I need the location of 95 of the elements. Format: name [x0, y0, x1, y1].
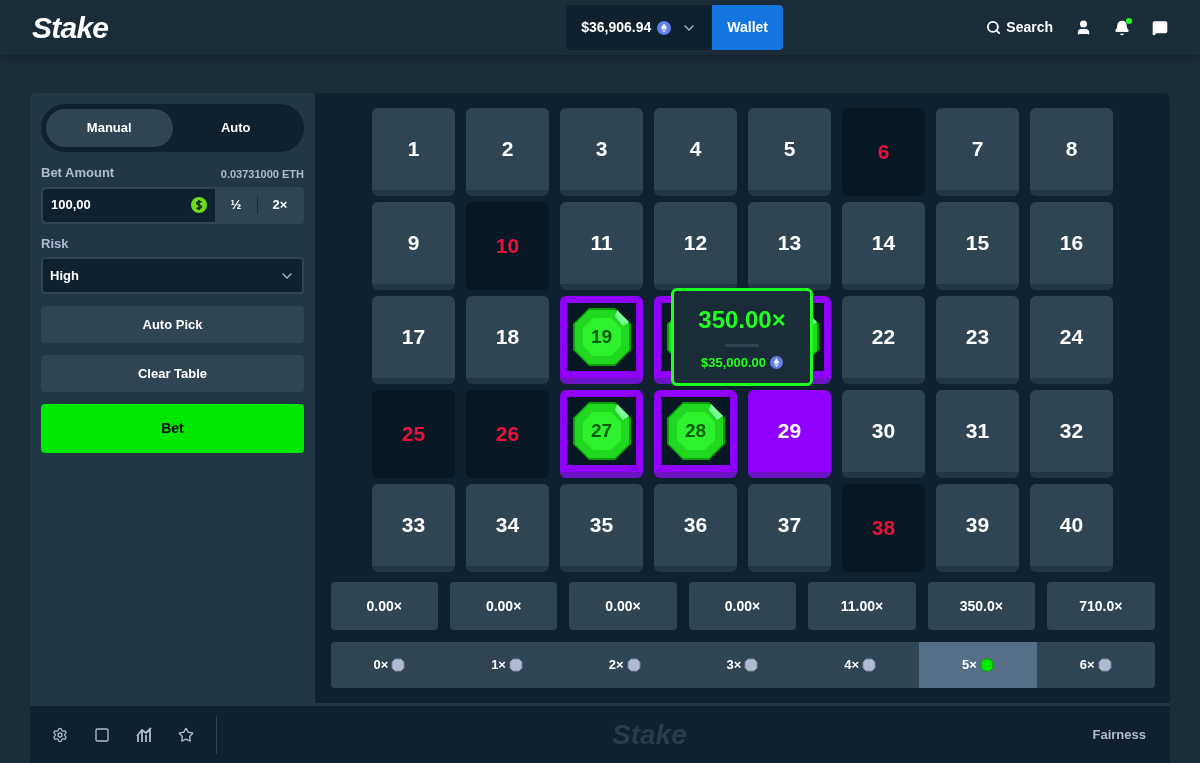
tile[interactable]: 31: [936, 390, 1019, 478]
logo[interactable]: Stake: [32, 5, 152, 50]
hit-count: 0×: [330, 642, 449, 688]
tile[interactable]: 14: [842, 202, 925, 290]
user-icon[interactable]: [1075, 19, 1092, 36]
payout-multiplier: 11.00×: [808, 582, 916, 630]
tile[interactable]: 13: [748, 202, 831, 290]
action-button[interactable]: Auto Pick: [41, 306, 304, 343]
wallet-button[interactable]: Wallet: [712, 5, 784, 50]
tile[interactable]: 18: [466, 296, 549, 384]
tile[interactable]: 12: [654, 202, 737, 290]
tile[interactable]: 36: [654, 484, 737, 572]
tile[interactable]: 11: [560, 202, 643, 290]
tile[interactable]: 17: [372, 296, 455, 384]
tile[interactable]: 29: [748, 390, 831, 478]
tile[interactable]: 15: [936, 202, 1019, 290]
tile-number: 19: [590, 324, 613, 349]
tile[interactable]: 34: [466, 484, 549, 572]
star-icon[interactable]: [178, 726, 194, 743]
payout-amount: $35,000.00: [700, 353, 767, 372]
hit-count: 4×: [801, 642, 920, 688]
tile[interactable]: 38: [842, 484, 925, 572]
tile[interactable]: 37: [748, 484, 831, 572]
payout-multiplier: 0.00×: [449, 582, 558, 630]
risk-select[interactable]: High: [41, 257, 304, 294]
stats-icon[interactable]: [136, 726, 152, 743]
tile[interactable]: 9: [372, 202, 455, 290]
multiplier-text: 350.00×: [698, 304, 786, 335]
tile[interactable]: 28: [654, 390, 737, 478]
payout-multiplier: 710.0×: [1047, 582, 1155, 630]
gem-icon: [570, 400, 633, 462]
tile[interactable]: 35: [560, 484, 643, 572]
notification-icon[interactable]: [1114, 19, 1130, 36]
field-label: Risk: [41, 234, 70, 253]
gem-icon: [744, 658, 759, 672]
mode-tab[interactable]: Auto: [172, 109, 299, 147]
tile[interactable]: 5: [748, 108, 831, 196]
hit-count: 6×: [1036, 642, 1155, 688]
field-label: Bet Amount: [41, 164, 115, 182]
tile[interactable]: 33: [372, 484, 455, 572]
tile[interactable]: 25: [372, 390, 455, 478]
hit-count: 2×: [565, 642, 684, 688]
tile[interactable]: 3: [560, 108, 643, 196]
tile[interactable]: 40: [1030, 484, 1113, 572]
hit-count: 5×: [919, 642, 1037, 688]
tile[interactable]: 7: [936, 108, 1019, 196]
gem-icon: [862, 658, 877, 672]
hit-count: 1×: [448, 642, 566, 688]
gem-icon: [979, 658, 994, 672]
square-icon[interactable]: [94, 726, 110, 743]
tile[interactable]: 8: [1030, 108, 1113, 196]
tile[interactable]: 39: [936, 484, 1019, 572]
gem-icon: [508, 658, 523, 672]
gem-icon: [391, 658, 406, 672]
ethereum-icon: [657, 20, 672, 35]
gem-icon: [1097, 658, 1112, 672]
payout-multiplier: 350.0×: [927, 582, 1036, 630]
balance-selector[interactable]: $36,906.94: [566, 5, 713, 50]
tile[interactable]: 6: [842, 108, 925, 196]
chat-icon[interactable]: [1152, 19, 1168, 36]
tile[interactable]: 1: [372, 108, 455, 196]
tile[interactable]: 30: [842, 390, 925, 478]
hit-count: 3×: [683, 642, 802, 688]
tile[interactable]: 23: [936, 296, 1019, 384]
tile[interactable]: 22: [842, 296, 925, 384]
action-button[interactable]: Clear Table: [41, 355, 304, 392]
payout-multiplier: 0.00×: [569, 582, 677, 630]
gem-icon: [664, 400, 727, 462]
fairness-link[interactable]: Fairness: [1092, 724, 1146, 745]
tile-number: 27: [590, 418, 613, 443]
tile[interactable]: 32: [1030, 390, 1113, 478]
payout-multiplier: 0.00×: [330, 582, 438, 630]
mode-tab[interactable]: Manual: [46, 109, 173, 147]
bet-amount-field[interactable]: 100,00: [43, 188, 215, 222]
tile[interactable]: 27: [560, 390, 643, 478]
bet-button[interactable]: Bet: [41, 404, 304, 453]
payout-multiplier: 0.00×: [688, 582, 797, 630]
tile[interactable]: 26: [466, 390, 549, 478]
double-button[interactable]: 2×: [258, 188, 302, 222]
conversion-text: 0.03731000 ETH: [220, 167, 304, 182]
tile[interactable]: 4: [654, 108, 737, 196]
tile[interactable]: 16: [1030, 202, 1113, 290]
search-button[interactable]: Search: [986, 17, 1053, 38]
tile[interactable]: 24: [1030, 296, 1113, 384]
half-button[interactable]: ½: [215, 188, 257, 222]
dollar-icon: [191, 197, 207, 213]
gem-icon: [626, 658, 641, 672]
tile-number: 28: [684, 418, 707, 443]
settings-icon[interactable]: [52, 726, 68, 743]
tile[interactable]: 10: [466, 202, 549, 290]
tile[interactable]: 2: [466, 108, 549, 196]
search-icon: [986, 20, 1002, 35]
tile[interactable]: 19: [560, 296, 643, 384]
gem-icon: [570, 306, 633, 368]
ethereum-icon: [770, 356, 784, 369]
